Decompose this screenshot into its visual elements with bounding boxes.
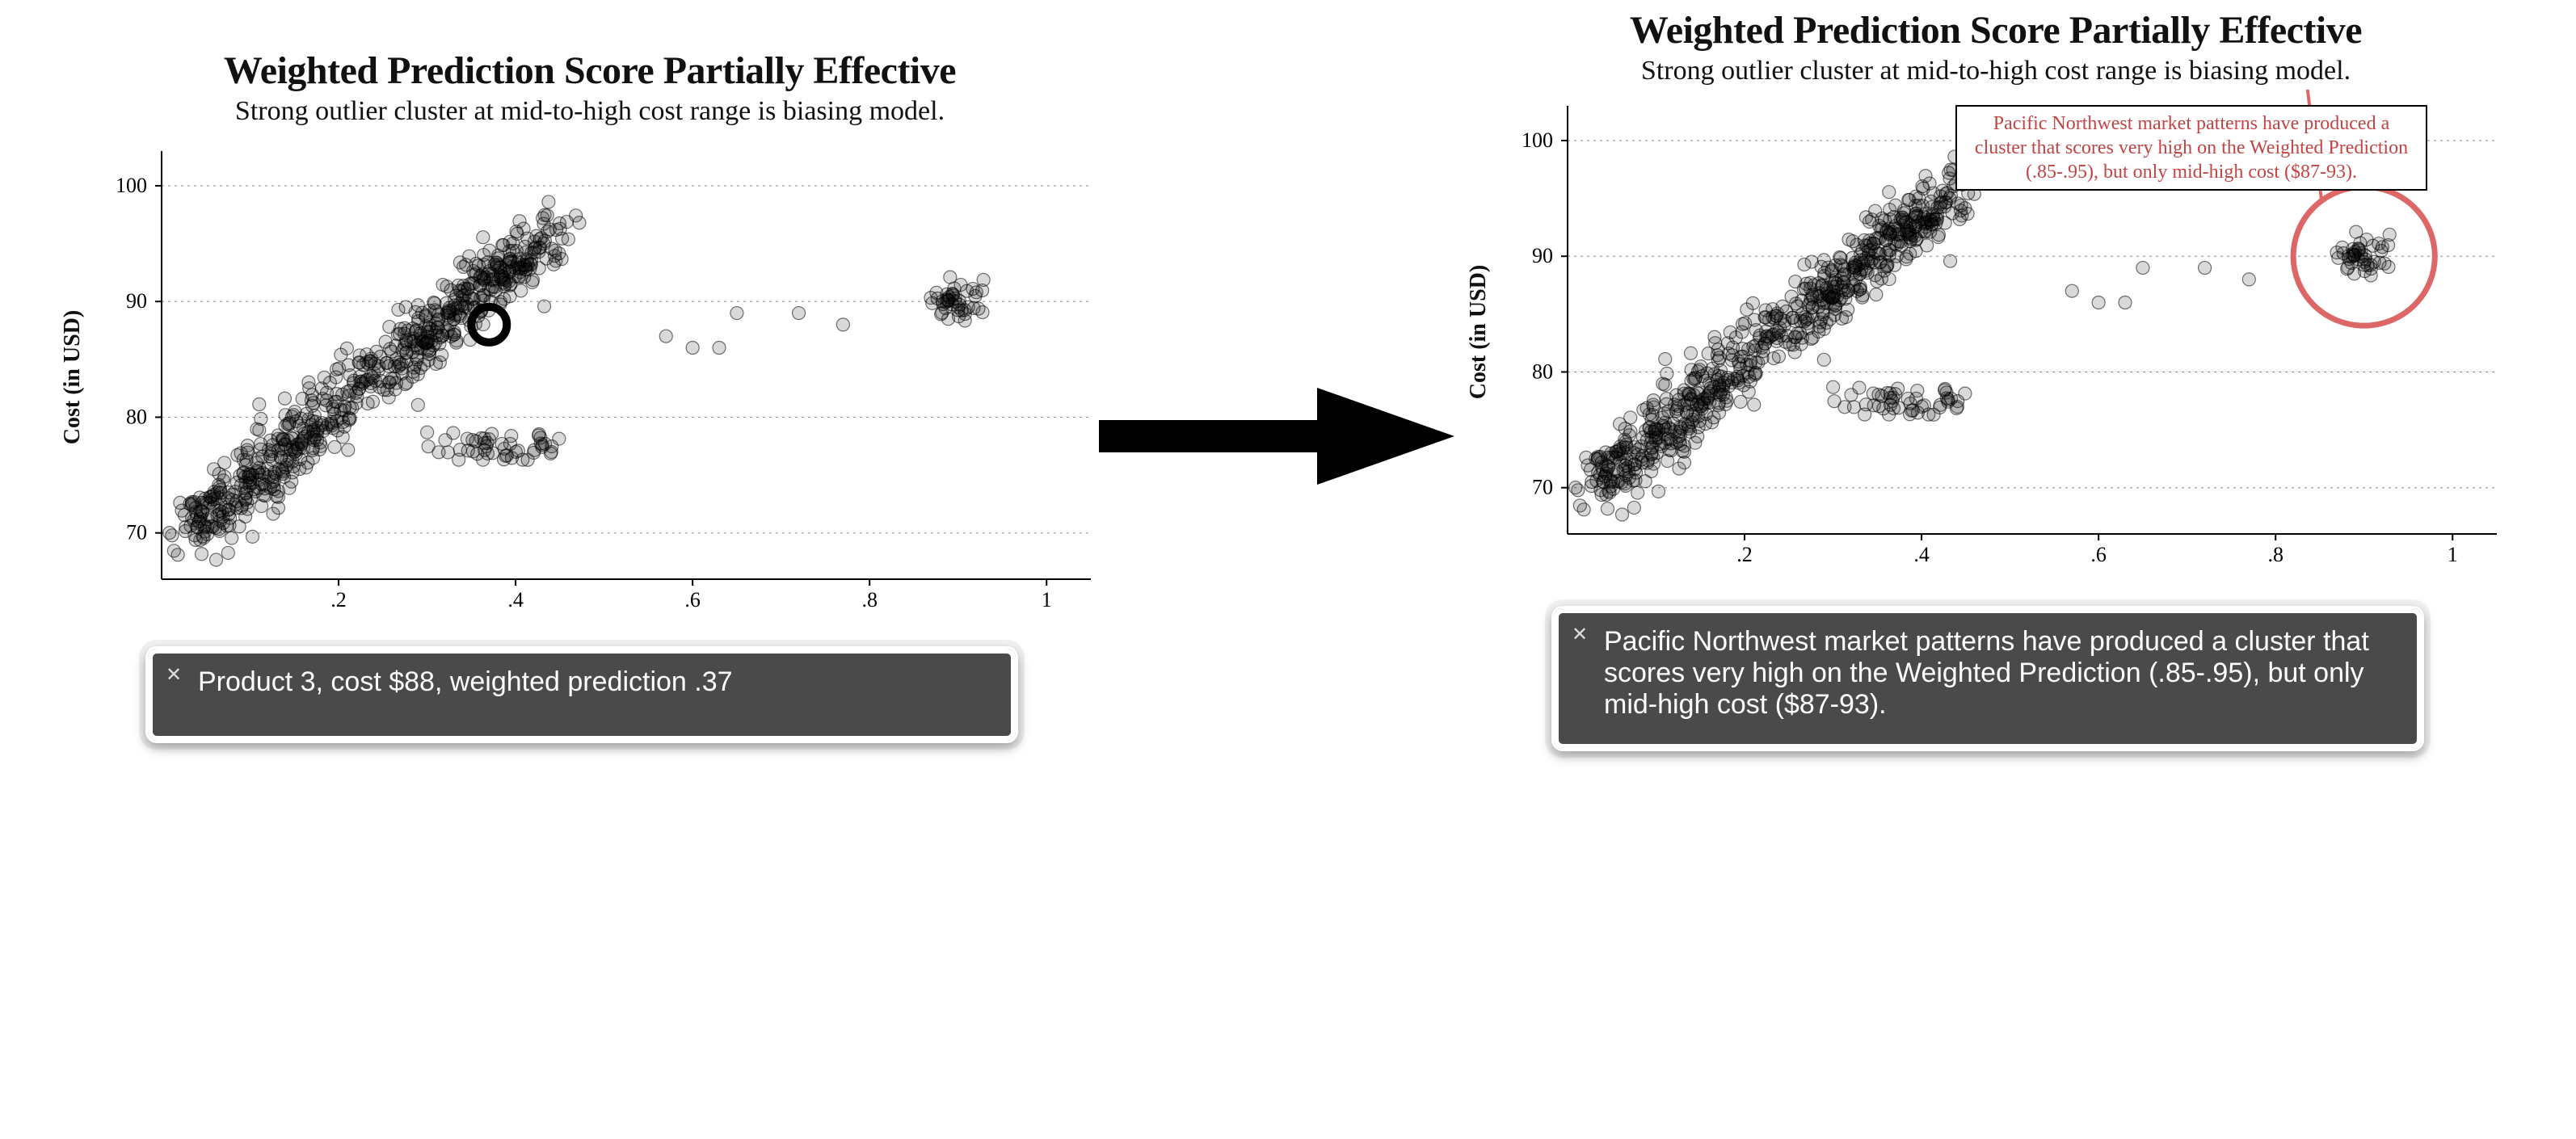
tooltip-box: ✕ Product 3, cost $88, weighted predicti… (145, 646, 1018, 743)
close-icon[interactable]: ✕ (1572, 623, 1588, 646)
svg-text:1: 1 (2448, 543, 2458, 566)
y-axis-label: Cost (in USD) (60, 310, 86, 444)
tooltip-box: ✕ Pacific Northwest market patterns have… (1551, 606, 2424, 751)
svg-text:80: 80 (126, 405, 147, 428)
svg-text:90: 90 (1532, 244, 1553, 267)
tooltip-text: Pacific Northwest market patterns have p… (1604, 626, 2369, 720)
svg-text:80: 80 (1532, 359, 1553, 383)
svg-text:90: 90 (126, 289, 147, 313)
chart-title: Weighted Prediction Score Partially Effe… (1454, 8, 2537, 53)
svg-text:.6: .6 (684, 588, 701, 612)
svg-text:.2: .2 (1736, 543, 1753, 566)
annotation-callout: Pacific Northwest market patterns have p… (1955, 105, 2427, 191)
tooltip-text: Product 3, cost $88, weighted prediction… (198, 666, 733, 697)
chart-subtitle: Strong outlier cluster at mid-to-high co… (48, 96, 1131, 127)
svg-text:100: 100 (1522, 128, 1553, 152)
svg-text:.4: .4 (507, 588, 524, 612)
close-icon[interactable]: ✕ (166, 663, 182, 687)
svg-text:.8: .8 (2267, 543, 2283, 566)
left-chart-panel: Weighted Prediction Score Partially Effe… (48, 48, 1131, 612)
scatter-plot-left: .2.4.6.81 708090100 (154, 143, 1107, 612)
right-chart-panel: Weighted Prediction Score Partially Effe… (1454, 8, 2537, 566)
chart-area: Cost (in USD) Weighted Prediction Score … (154, 143, 1107, 612)
arrow-icon (1099, 380, 1454, 493)
y-axis-label: Cost (in USD) (1466, 265, 1492, 399)
svg-text:.4: .4 (1913, 543, 1930, 566)
svg-text:70: 70 (1532, 476, 1553, 499)
chart-subtitle: Strong outlier cluster at mid-to-high co… (1454, 56, 2537, 86)
svg-text:.8: .8 (861, 588, 878, 612)
svg-text:100: 100 (116, 174, 147, 197)
svg-text:.2: .2 (330, 588, 347, 612)
svg-text:70: 70 (126, 521, 147, 544)
chart-title: Weighted Prediction Score Partially Effe… (48, 48, 1131, 93)
svg-text:.6: .6 (2090, 543, 2107, 566)
svg-text:1: 1 (1042, 588, 1052, 612)
